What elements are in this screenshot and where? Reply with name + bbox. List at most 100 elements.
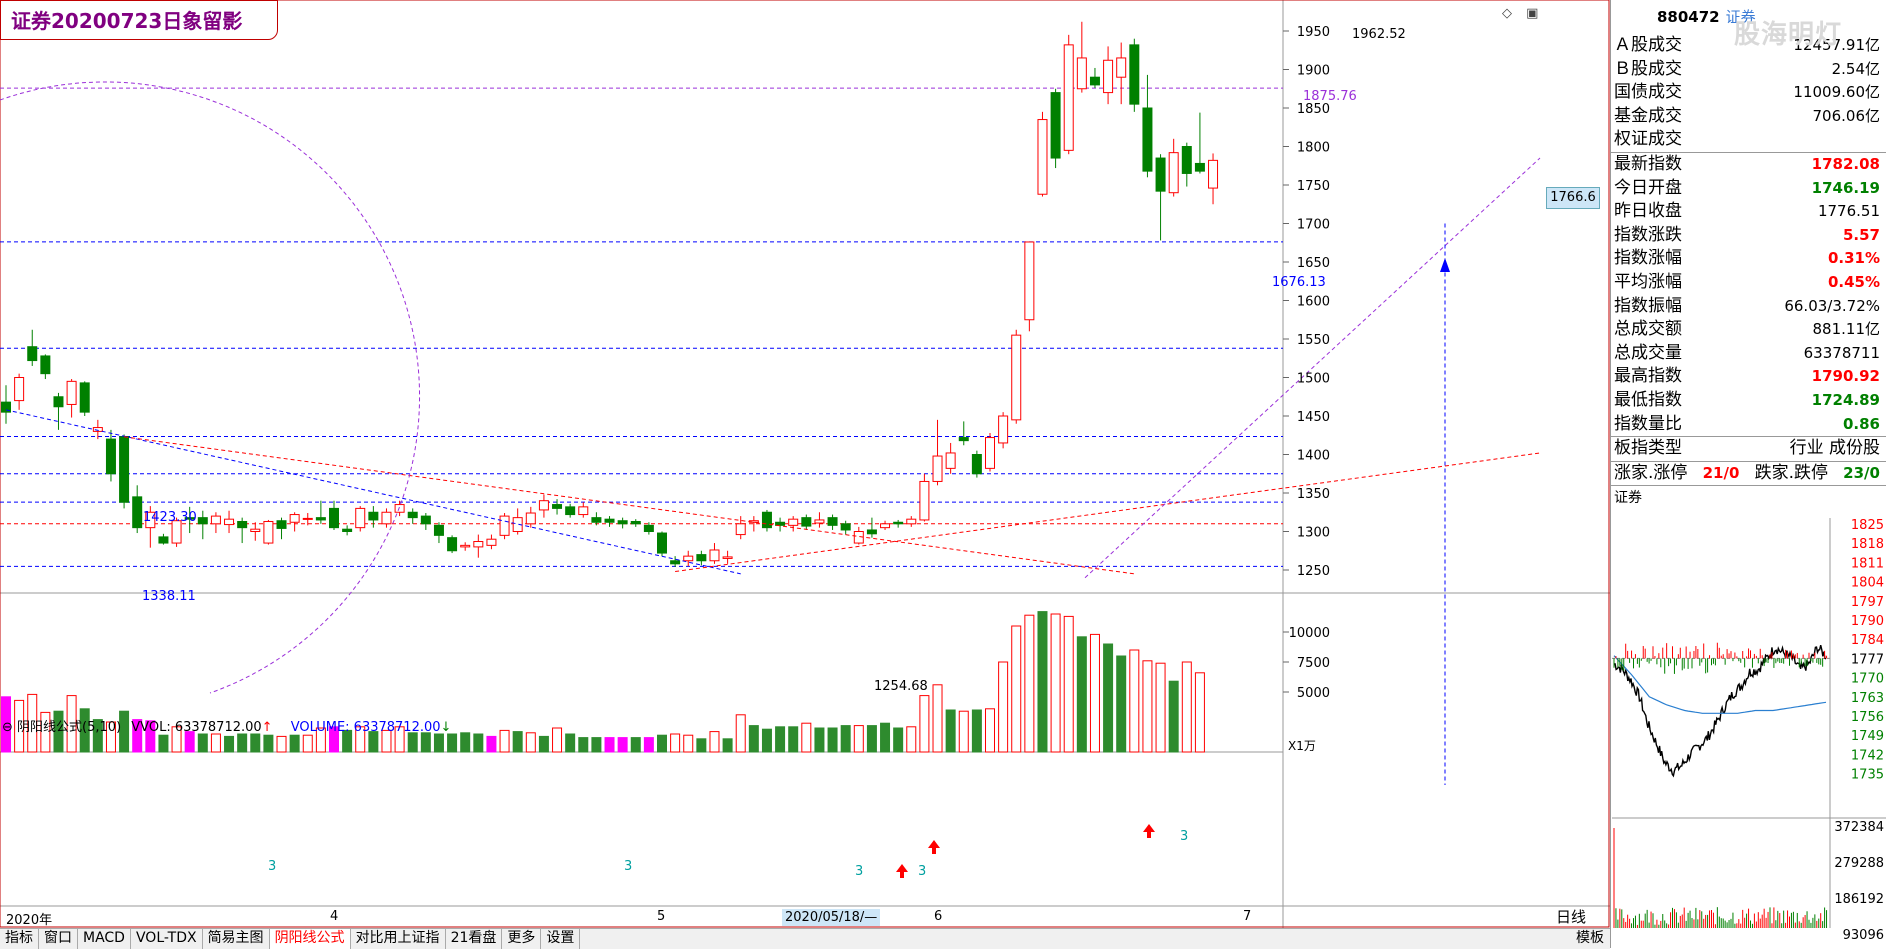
stat-value: 1790.92 [1811, 367, 1880, 386]
template-button[interactable]: 模板 [1576, 929, 1604, 948]
candle-body [355, 507, 366, 529]
period-button[interactable]: 日线 [1556, 906, 1586, 927]
volume-axis-label: 5000 [1297, 686, 1330, 701]
stat-row: 平均涨幅 0.45% [1611, 271, 1886, 295]
indicator-header[interactable]: ⊖ 阴阳线公式(5,10) VVOL: 63378712.00↑ VOLUME:… [2, 716, 451, 735]
tab-indicator[interactable]: 指标 [0, 929, 39, 949]
window-icon[interactable]: ▣ [1526, 6, 1538, 21]
intraday-chart[interactable]: 1825 1818 1811 1804 1797 1790 1784 1777 1770 1763… [1612, 518, 1886, 948]
price-annotation: 1423.30 [143, 510, 197, 525]
candle [420, 513, 431, 530]
candle [14, 373, 25, 410]
mini-average-line [1613, 655, 1827, 714]
stat-row: 指数涨跌 5.57 [1611, 224, 1886, 248]
candle-body [971, 454, 982, 475]
volume-bar [525, 732, 536, 753]
volume-bar [302, 734, 313, 753]
stat-label: Ｂ股成交 [1614, 58, 1682, 79]
candle-body [1168, 152, 1179, 194]
buy-signal-icon [1143, 824, 1155, 832]
down-count-value: 23/0 [1843, 463, 1880, 482]
stat-row: 指数量比 0.86 [1611, 413, 1886, 437]
candle [971, 450, 982, 478]
volume-bar [696, 738, 707, 753]
tab-compare-sh[interactable]: 对比用上证指 [351, 929, 446, 949]
volume-bar [866, 725, 877, 753]
mini-axis-label: 1756 [1851, 710, 1884, 725]
tab-macd[interactable]: MACD [78, 929, 131, 949]
candle [447, 535, 458, 554]
candle-body [407, 511, 418, 519]
volume-bar [1076, 636, 1087, 753]
candle [1103, 46, 1114, 105]
volume-bar [1063, 615, 1074, 753]
candle [355, 506, 366, 532]
candle-body [578, 506, 589, 516]
tab-more[interactable]: 更多 [502, 929, 542, 949]
tab-vol-tdx[interactable]: VOL-TDX [131, 929, 203, 949]
candle-body [604, 518, 615, 523]
stat-value: 1724.89 [1811, 390, 1880, 409]
candle-body [27, 346, 38, 362]
candle [1089, 67, 1100, 88]
stat-label: 权证成交 [1614, 129, 1682, 150]
quote-panel: 880472 证券 Ａ股成交 12457.91亿 Ｂ股成交 2.54亿 国债成交 11009… [1610, 0, 1886, 948]
tab-window[interactable]: 窗口 [39, 929, 78, 949]
candle-body [499, 515, 510, 536]
x-label-apr: 4 [330, 909, 339, 924]
candle-body [302, 517, 313, 520]
volume-bar [1181, 661, 1192, 753]
candle-body [1103, 59, 1114, 94]
stat-label: 最新指数 [1614, 153, 1682, 174]
candle-body [1208, 159, 1219, 189]
volume-axis-label: 10000 [1289, 626, 1330, 641]
indicator-name[interactable]: 阴阳线公式(5,10) [17, 720, 121, 735]
app-window: 1962.52 1875.76 1676.13 1423.30 1338.11 1254.… [0, 0, 1886, 949]
candle [670, 556, 681, 567]
candle [788, 516, 799, 532]
volume-bar [1168, 680, 1179, 753]
candle [276, 517, 287, 540]
price-annotation: 1254.68 [874, 679, 928, 694]
candle [801, 514, 812, 530]
volume-bar [709, 731, 720, 753]
diamond-icon[interactable]: ◇ [1502, 6, 1512, 21]
mini-volume-axis-label: 93096 [1843, 928, 1884, 943]
candle [381, 508, 392, 528]
stat-label: 平均涨幅 [1614, 271, 1682, 292]
candle [866, 517, 877, 538]
volume-bar [158, 734, 169, 753]
candle-body [237, 520, 248, 529]
candle [329, 500, 339, 530]
candle [1076, 21, 1087, 93]
candle-body [329, 507, 339, 529]
candle [591, 512, 602, 526]
volume-bar [1116, 655, 1127, 753]
candle [552, 499, 563, 515]
candle [53, 392, 64, 430]
candle-body [1024, 241, 1035, 321]
up-arrow-icon: ↑ [261, 720, 273, 735]
tab-simple-main[interactable]: 简易主图 [203, 929, 270, 949]
stat-value: 11009.60亿 [1793, 83, 1880, 102]
candle-body [919, 480, 930, 521]
candle-body [263, 520, 274, 544]
candle-body [224, 518, 235, 526]
main-chart[interactable]: 1962.521875.761676.131423.301338.111254.… [0, 0, 1610, 928]
candle [880, 520, 891, 530]
candle [604, 516, 615, 527]
collapse-icon[interactable]: ⊖ [2, 720, 13, 735]
candle-body [591, 517, 602, 523]
volume-bar [197, 733, 208, 753]
tab-21-view[interactable]: 21看盘 [446, 929, 503, 949]
top-icons[interactable]: ◇ ▣ [1502, 6, 1548, 21]
buy-signal-stem [932, 848, 936, 854]
buy-signal-icon [896, 864, 908, 872]
buy-signal-stem [1147, 832, 1151, 838]
volume-bar [578, 737, 589, 753]
candle [761, 509, 772, 532]
tab-yinyang-formula[interactable]: 阴阳线公式 [269, 929, 351, 949]
stat-value: 0.86 [1842, 414, 1880, 433]
tab-settings[interactable]: 设置 [541, 929, 581, 949]
volume-bar [643, 737, 654, 753]
